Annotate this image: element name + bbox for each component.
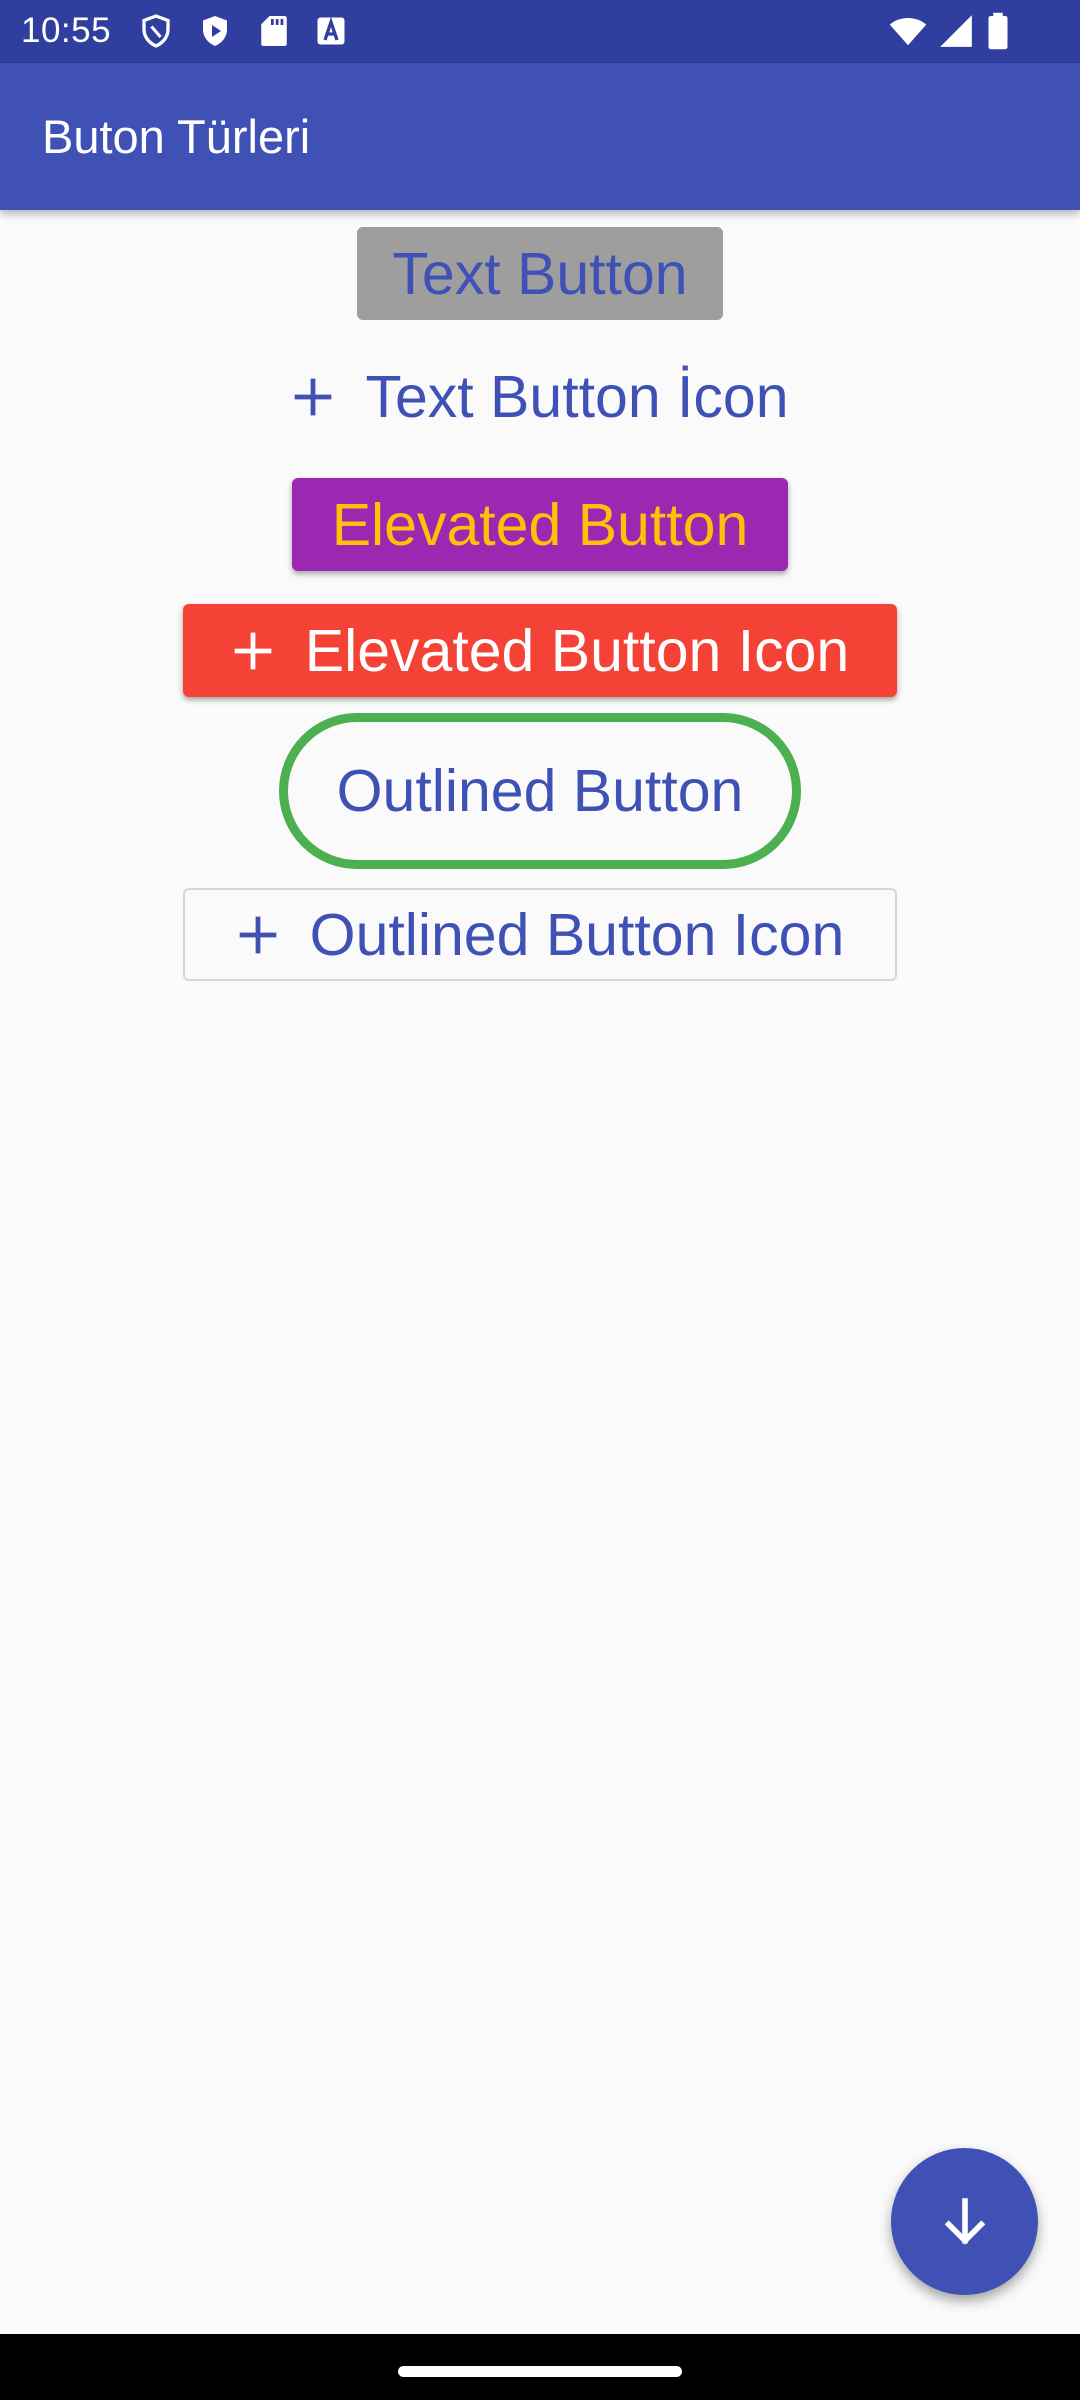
- status-time: 10:55: [21, 11, 112, 50]
- text-button-icon-label: Text Button İcon: [365, 364, 789, 430]
- arrow-down-icon: [937, 2194, 993, 2250]
- outlined-button-icon[interactable]: Outlined Button Icon: [183, 888, 897, 981]
- elevated-button-label: Elevated Button: [331, 491, 749, 558]
- status-bar: 10:55: [0, 0, 1080, 63]
- outlined-button[interactable]: Outlined Button: [279, 713, 801, 869]
- battery-icon: [986, 12, 1010, 50]
- sd-card-icon: [256, 13, 292, 49]
- button-list: Text Button Text Button İcon Elevated Bu…: [0, 210, 1080, 2334]
- text-button-label: Text Button: [392, 240, 688, 307]
- signal-icon: [937, 12, 975, 50]
- app-bar: Buton Türleri: [0, 63, 1080, 210]
- plus-icon: [236, 913, 280, 957]
- plus-icon: [291, 375, 335, 419]
- outlined-button-label: Outlined Button: [336, 758, 744, 824]
- nav-bar: [0, 2334, 1080, 2400]
- elevated-button-icon-label: Elevated Button Icon: [304, 617, 850, 684]
- wifi-icon: [889, 12, 927, 50]
- text-button[interactable]: Text Button: [357, 227, 723, 320]
- a-box-icon: [313, 13, 349, 49]
- outlined-button-icon-label: Outlined Button Icon: [309, 901, 845, 968]
- play-protect-icon: [197, 13, 233, 49]
- shield-icon: [138, 13, 174, 49]
- app-title: Buton Türleri: [42, 110, 311, 163]
- text-button-icon[interactable]: Text Button İcon: [272, 352, 808, 442]
- home-pill[interactable]: [398, 2366, 682, 2377]
- elevated-button-icon[interactable]: Elevated Button Icon: [183, 604, 897, 697]
- plus-icon: [231, 629, 275, 673]
- elevated-button[interactable]: Elevated Button: [292, 478, 788, 571]
- fab-button[interactable]: [891, 2148, 1038, 2295]
